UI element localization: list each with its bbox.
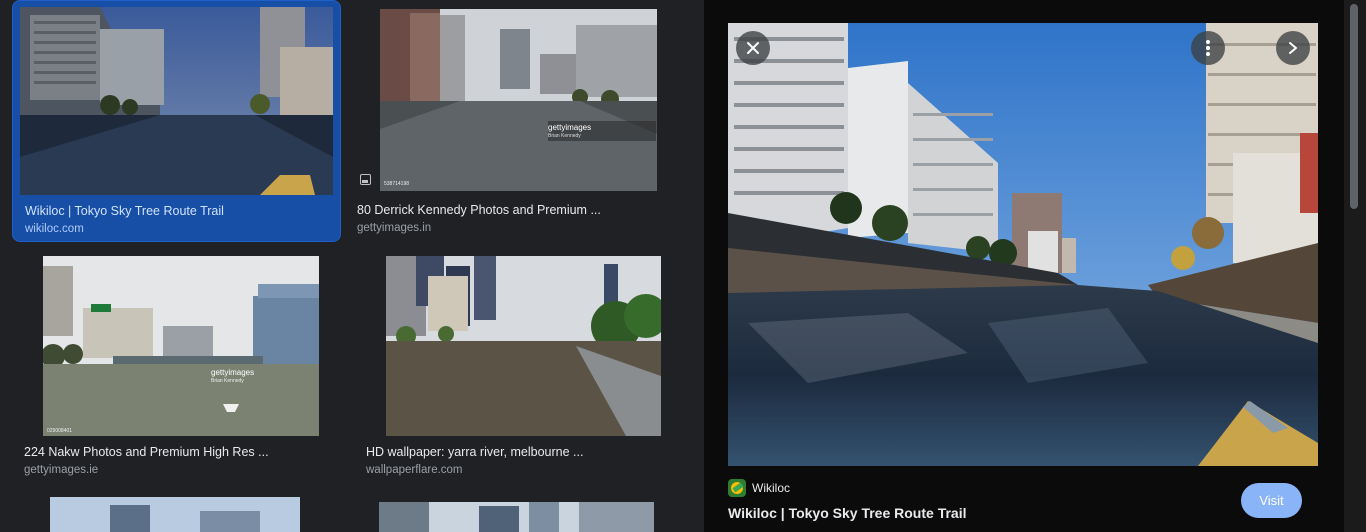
- result-source[interactable]: gettyimages.in: [357, 222, 431, 234]
- visit-button[interactable]: Visit: [1241, 483, 1302, 518]
- result-thumbnail[interactable]: gettyimages Brian Kennedy 029008401: [43, 256, 319, 436]
- result-title[interactable]: 224 Nakw Photos and Premium High Res ...: [24, 445, 324, 459]
- river-photo-thumbnail: [43, 256, 319, 436]
- close-button[interactable]: [736, 31, 770, 65]
- scrollbar-thumb[interactable]: [1350, 4, 1358, 209]
- result-card[interactable]: HD wallpaper: yarra river, melbourne ...…: [352, 252, 682, 480]
- watermark-logo: gettyimages: [211, 368, 255, 377]
- result-thumbnail-partial[interactable]: [379, 502, 654, 532]
- result-title[interactable]: Wikiloc | Tokyo Sky Tree Route Trail: [25, 204, 325, 218]
- result-card[interactable]: gettyimages Brian Kennedy 538714198 80 D…: [352, 0, 682, 242]
- image-preview-panel: Wikiloc Wikiloc | Tokyo Sky Tree Route T…: [704, 0, 1366, 532]
- image-badge-icon: [360, 174, 371, 185]
- result-thumbnail-partial[interactable]: [50, 497, 300, 532]
- result-thumbnail[interactable]: [386, 256, 661, 436]
- preview-source[interactable]: Wikiloc: [728, 478, 790, 498]
- next-image-button[interactable]: [1276, 31, 1310, 65]
- watermark-credit: Brian Kennedy: [211, 378, 244, 384]
- result-thumbnail[interactable]: gettyimages Brian Kennedy 538714198: [380, 9, 657, 191]
- image-id: 029008401: [47, 428, 73, 434]
- river-photo-thumbnail: [386, 256, 661, 436]
- result-title[interactable]: HD wallpaper: yarra river, melbourne ...: [366, 445, 666, 459]
- result-source[interactable]: wallpaperflare.com: [366, 464, 463, 476]
- result-card-selected[interactable]: Wikiloc | Tokyo Sky Tree Route Trail wik…: [12, 0, 341, 242]
- result-title[interactable]: 80 Derrick Kennedy Photos and Premium ..…: [357, 203, 657, 217]
- image-results-grid: Wikiloc | Tokyo Sky Tree Route Trail wik…: [0, 0, 704, 532]
- city-photo-thumbnail: [379, 502, 654, 532]
- watermark-logo: gettyimages: [548, 123, 592, 132]
- canal-photo-thumbnail: [380, 9, 657, 191]
- scrollbar-track[interactable]: [1344, 0, 1366, 532]
- close-icon: [747, 42, 759, 54]
- more-vert-icon: [1206, 40, 1210, 56]
- result-thumbnail[interactable]: [20, 7, 333, 195]
- image-id: 538714198: [384, 181, 410, 187]
- tokyo-canal-photo: [728, 23, 1318, 466]
- watermark-credit: Brian Kennedy: [548, 133, 581, 139]
- result-source[interactable]: wikiloc.com: [25, 223, 84, 235]
- result-card[interactable]: gettyimages Brian Kennedy 029008401 224 …: [12, 252, 342, 480]
- preview-source-name[interactable]: Wikiloc: [752, 481, 790, 495]
- more-options-button[interactable]: [1191, 31, 1225, 65]
- chevron-right-icon: [1289, 42, 1297, 54]
- preview-title[interactable]: Wikiloc | Tokyo Sky Tree Route Trail: [728, 505, 967, 521]
- result-source[interactable]: gettyimages.ie: [24, 464, 98, 476]
- preview-image[interactable]: [728, 23, 1318, 466]
- canal-photo-thumbnail: [20, 7, 333, 195]
- wikiloc-favicon-icon: [728, 479, 746, 497]
- city-photo-thumbnail: [50, 497, 300, 532]
